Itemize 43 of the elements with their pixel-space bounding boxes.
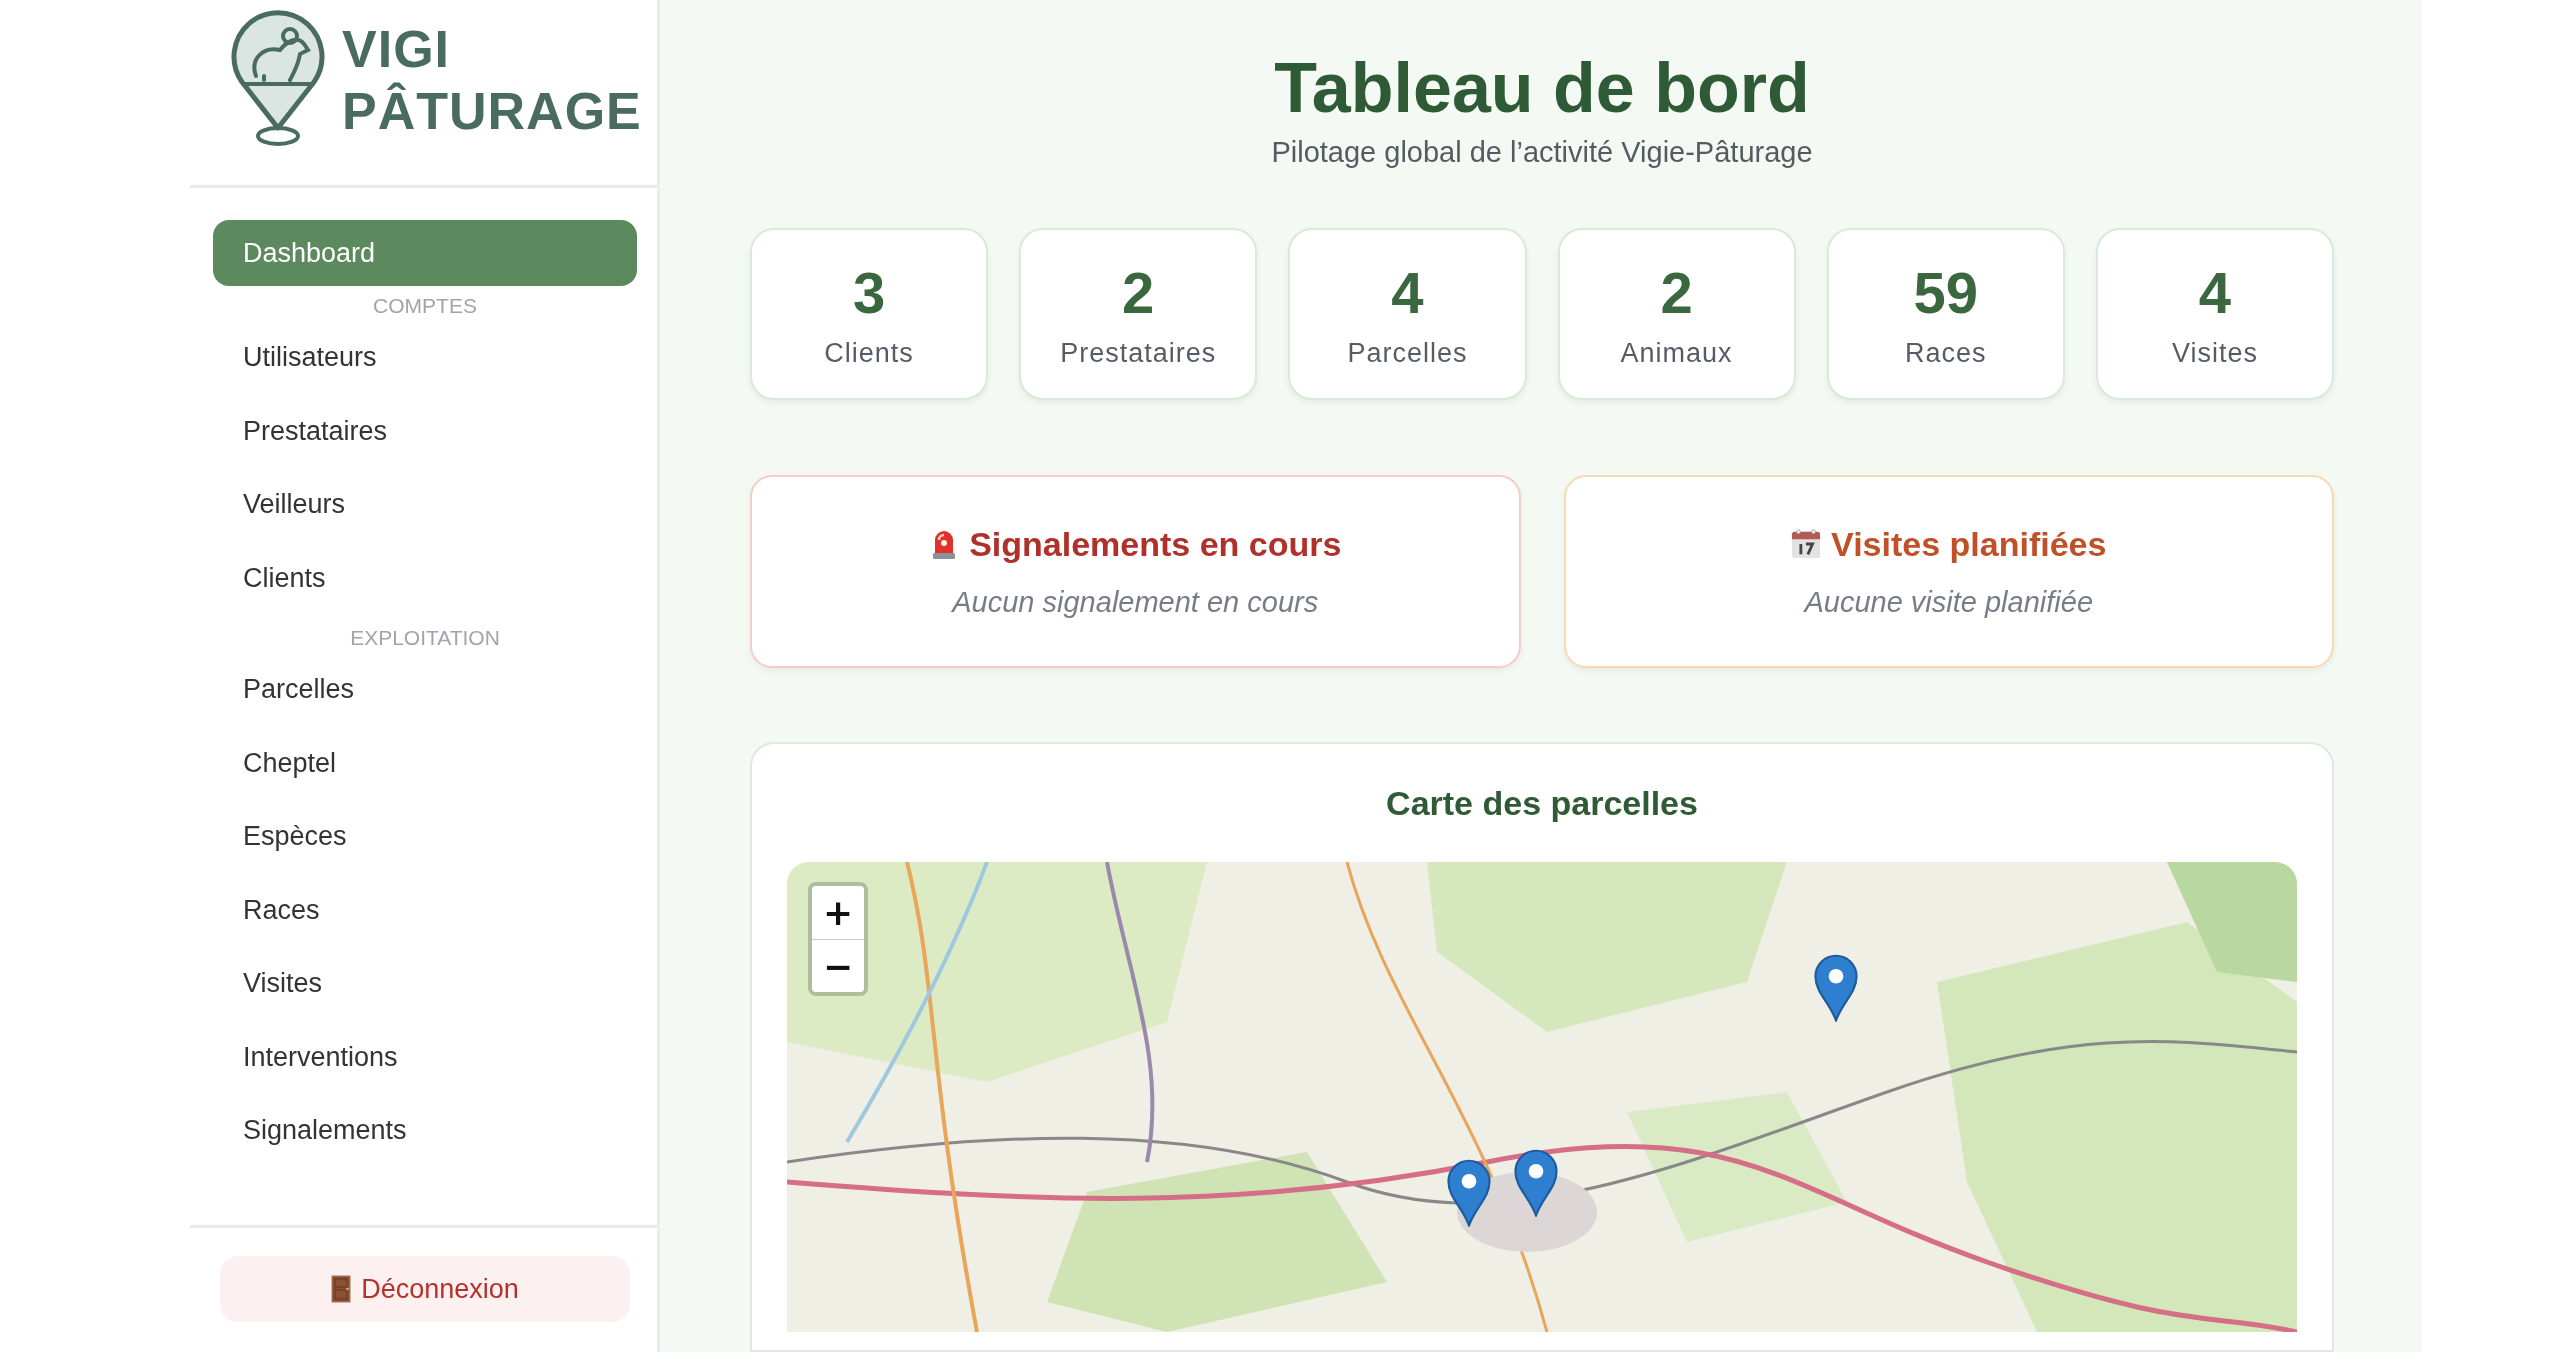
card-title: Signalements en cours	[969, 524, 1342, 564]
nav-item[interactable]: Veilleurs	[213, 471, 637, 537]
stat-label: Prestataires	[1060, 337, 1217, 369]
nav-item[interactable]: Clients	[213, 544, 637, 611]
card-title: Visites planifiées	[1831, 524, 2107, 564]
map-marker-icon	[1514, 1149, 1558, 1217]
nav-item[interactable]: Cheptel	[213, 729, 637, 796]
nav-item[interactable]: Signalements	[213, 1097, 637, 1163]
empty-message: Aucune visite planifiée	[1804, 585, 2094, 619]
stat-label: Races	[1904, 337, 1987, 369]
stat-label: Visites	[2171, 337, 2258, 369]
stat-value: 3	[852, 259, 886, 326]
stat-label: Parcelles	[1347, 337, 1468, 369]
nav-item[interactable]: Prestataires	[213, 397, 637, 464]
nav-item[interactable]: Races	[213, 876, 637, 943]
nav-item[interactable]: Dashboard	[213, 220, 637, 286]
nav-item[interactable]: Utilisateurs	[213, 324, 637, 390]
nav-item[interactable]: Visites	[213, 950, 637, 1016]
zoom-out-button[interactable]: −	[812, 939, 864, 992]
nav-item[interactable]: Parcelles	[213, 656, 637, 722]
stat-label: Clients	[824, 337, 914, 369]
section-heading: EXPLOITATION	[349, 625, 501, 651]
logout-button[interactable]: Déconnexion	[220, 1256, 630, 1322]
stat-value: 4	[2198, 259, 2232, 326]
logo-text: PÂTURAGE	[342, 81, 642, 142]
empty-message: Aucun signalement en cours	[952, 585, 1319, 619]
map-marker-icon	[1814, 954, 1858, 1022]
calendar-icon	[1791, 528, 1822, 560]
stat-value: 2	[1122, 259, 1155, 326]
nav-item[interactable]: Espèces	[213, 803, 637, 869]
zoom-in-button[interactable]: +	[812, 886, 864, 939]
stat-value: 4	[1391, 259, 1424, 326]
nav-item[interactable]: Interventions	[213, 1023, 637, 1090]
stat-label: Animaux	[1620, 337, 1733, 369]
card-title: Carte des parcelles	[1385, 783, 1699, 824]
logo-text: VIGI	[342, 19, 452, 80]
page-subtitle: Pilotage global de l’activité Vigie-Pâturage	[1271, 135, 1813, 170]
stat-value: 2	[1660, 259, 1693, 326]
section-heading: COMPTES	[372, 293, 478, 319]
page-title: Tableau de bord	[1274, 48, 1810, 128]
stat-value: 59	[1913, 259, 1978, 326]
door-icon	[331, 1275, 352, 1303]
map-marker-icon	[1447, 1159, 1491, 1227]
